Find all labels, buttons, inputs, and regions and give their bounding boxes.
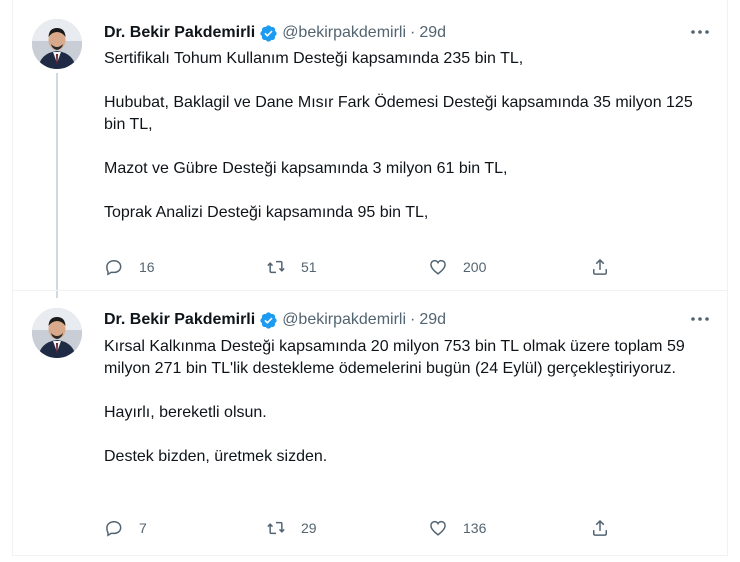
tweet-paragraph: Destek bizden, üretmek sizden. [104, 448, 328, 465]
separator-dot: · [410, 24, 416, 41]
tweet-actions: 16 51 200 [104, 255, 610, 279]
tweet-paragraph: Toprak Analizi Desteği kapsamında 95 bin… [104, 204, 429, 221]
reply-button[interactable]: 16 [104, 257, 266, 277]
verified-badge-icon [259, 311, 278, 330]
heart-icon [430, 259, 446, 275]
reply-bubble-icon [106, 259, 122, 276]
author-name[interactable]: Dr. Bekir Pakdemirli [104, 24, 255, 42]
tweet-actions: 7 29 136 [104, 516, 610, 540]
retweet-count: 51 [301, 259, 317, 275]
tweet-paragraph: Hayırlı, bereketli olsun. [104, 404, 267, 421]
tweet-text: Kırsal Kalkınma Desteği kapsamında 20 mi… [104, 336, 704, 468]
tweet-timestamp[interactable]: 29d [419, 24, 446, 42]
reply-count: 16 [139, 259, 155, 275]
avatar[interactable] [32, 308, 82, 358]
retweet-count: 29 [301, 520, 317, 536]
like-count: 200 [463, 259, 487, 275]
reply-count: 7 [139, 520, 147, 536]
author-handle[interactable]: @bekirpakdemirli [282, 311, 406, 329]
retweet-button[interactable]: 51 [266, 257, 428, 277]
tweet-paragraph: Kırsal Kalkınma Desteği kapsamında 20 mi… [104, 338, 685, 377]
more-dots-icon[interactable] [687, 309, 713, 329]
retweet-icon [267, 521, 285, 535]
separator-dot: · [410, 311, 416, 328]
tweet-timestamp[interactable]: 29d [419, 311, 446, 329]
reply-button[interactable]: 7 [104, 518, 266, 538]
author-handle[interactable]: @bekirpakdemirli [282, 24, 406, 42]
avatar[interactable] [32, 19, 82, 69]
tweet[interactable]: Dr. Bekir Pakdemirli @bekirpakdemirli · … [13, 0, 727, 290]
tweet-paragraph: Sertifikalı Tohum Kullanım Desteği kapsa… [104, 50, 524, 67]
tweet-paragraph: Hububat, Baklagil ve Dane Mısır Fark Öde… [104, 94, 693, 133]
share-upload-icon [593, 520, 607, 536]
like-count: 136 [463, 520, 487, 536]
reply-bubble-icon [106, 520, 122, 537]
share-button[interactable] [590, 518, 610, 538]
like-button[interactable]: 200 [428, 257, 590, 277]
share-button[interactable] [590, 257, 610, 277]
author-name[interactable]: Dr. Bekir Pakdemirli [104, 311, 255, 329]
retweet-button[interactable]: 29 [266, 518, 428, 538]
like-button[interactable]: 136 [428, 518, 590, 538]
verified-badge-icon [259, 24, 278, 43]
tweet-thread: Dr. Bekir Pakdemirli @bekirpakdemirli · … [12, 0, 728, 556]
tweet[interactable]: Dr. Bekir Pakdemirli @bekirpakdemirli · … [13, 290, 727, 556]
heart-icon [430, 520, 446, 536]
share-upload-icon [593, 259, 607, 275]
retweet-icon [267, 260, 285, 274]
more-dots-icon[interactable] [687, 22, 713, 42]
tweet-paragraph: Mazot ve Gübre Desteği kapsamında 3 mily… [104, 160, 508, 177]
tweet-text: Sertifikalı Tohum Kullanım Desteği kapsa… [104, 48, 704, 224]
